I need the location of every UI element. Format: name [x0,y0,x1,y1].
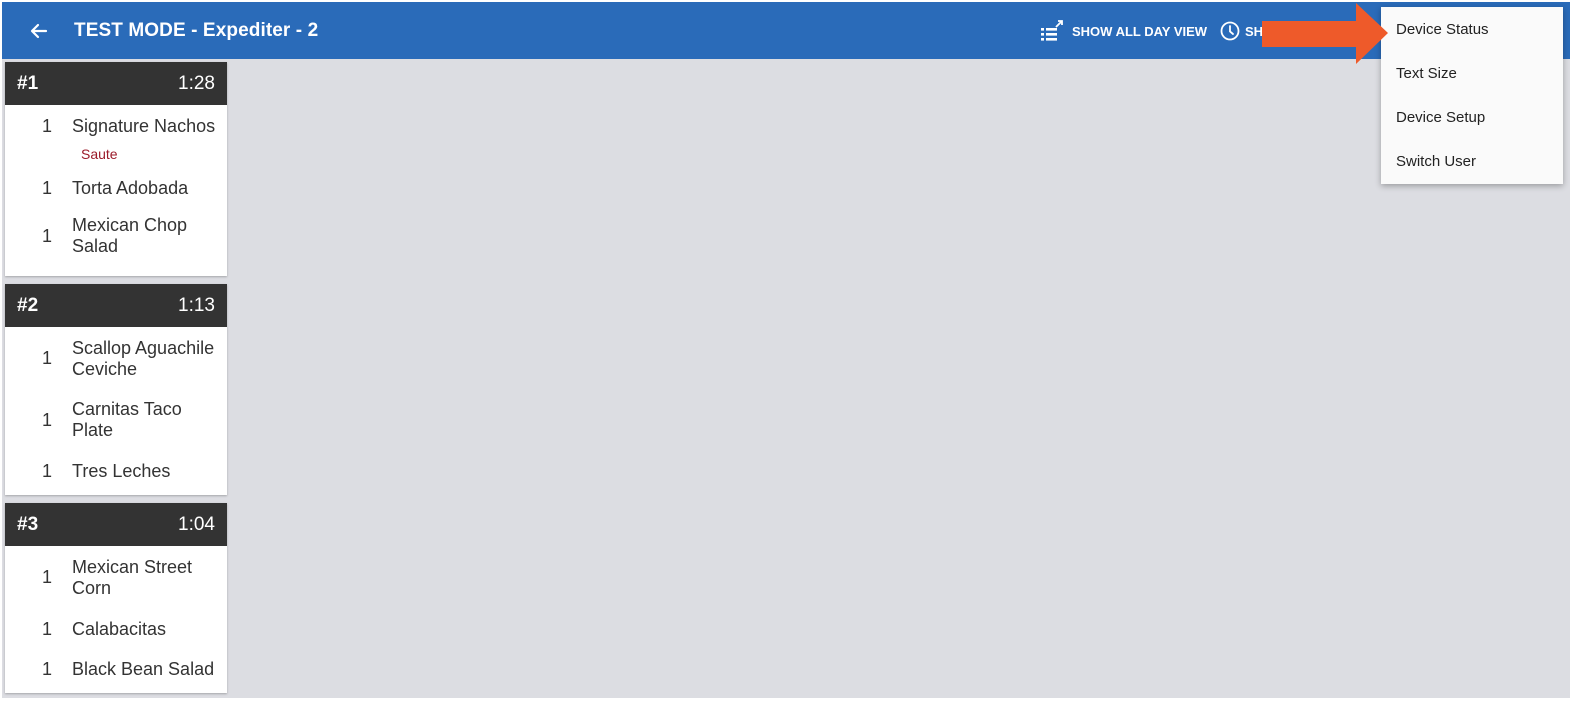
menu-item-text-size[interactable]: Text Size [1381,51,1563,95]
item-name: Mexican Street Corn [72,556,193,598]
ticket-number: #2 [17,294,39,316]
item-name: Torta Adobada [72,177,189,198]
ticket-timer: 1:04 [178,513,215,535]
show-all-day-view-label: SHOW ALL DAY VIEW [1072,23,1208,39]
item-name: Scallop Aguachile Ceviche [72,337,215,379]
ticket-number: #1 [17,72,39,94]
ticket-timer: 1:13 [178,294,215,316]
item-quantity: 1 [41,409,52,430]
item-name: Carnitas Taco Plate [72,399,182,440]
item-quantity: 1 [41,567,52,587]
item-quantity: 1 [41,115,52,136]
ticket-item[interactable]: 1 Scallop Aguachile Ceviche [5,327,227,390]
ticket-header: #3 1:04 [5,503,227,546]
menu-item-switch-user[interactable]: Switch User [1381,139,1563,183]
item-name: Black Bean Salad [72,658,215,679]
clock-action-button[interactable]: SH [1219,16,1263,46]
ticket-item[interactable]: 1 Calabacitas [5,609,227,649]
ticket-card[interactable]: #1 1:28 1 Signature Nachos Saute 1 Torta… [5,62,227,276]
item-quantity: 1 [41,658,52,679]
ticket-item[interactable]: 1 Carnitas Taco Plate [5,390,227,450]
ticket-timer: 1:28 [178,72,215,94]
ticket-number: #3 [17,513,39,535]
item-quantity: 1 [41,618,52,639]
item-name: Signature Nachos [72,115,216,136]
page-title: TEST MODE - Expediter - 2 [74,20,319,41]
menu-item-device-setup[interactable]: Device Setup [1381,95,1563,139]
ticket-header: #1 1:28 [5,62,227,105]
ticket-item[interactable]: 1 Mexican Street Corn [5,546,227,609]
back-button[interactable] [24,16,54,46]
ticket-area: #1 1:28 1 Signature Nachos Saute 1 Torta… [2,59,1570,698]
ticket-item[interactable]: 1 Signature Nachos [5,105,227,145]
item-quantity: 1 [41,348,52,368]
item-modifier: Saute [81,146,118,162]
ticket-header: #2 1:13 [5,284,227,327]
item-name: Tres Leches [72,460,171,481]
ticket-item[interactable]: 1 Torta Adobada [5,167,227,209]
item-name: Calabacitas [72,618,167,639]
back-arrow-icon [30,23,48,39]
ticket-item[interactable]: 1 Black Bean Salad [5,649,227,689]
ticket-item[interactable]: 1 Mexican Chop Salad [5,209,227,269]
item-name: Mexican Chop Salad [72,215,188,256]
ticket-item[interactable]: 1 Tres Leches [5,450,227,492]
menu-item-device-status[interactable]: Device Status [1381,7,1563,51]
ticket-card[interactable]: #3 1:04 1 Mexican Street Corn 1 Calabaci… [5,503,227,693]
clock-icon [1220,21,1240,41]
clock-action-label: SH [1245,23,1264,39]
callout-arrow-icon [1262,3,1388,64]
item-quantity: 1 [41,177,52,198]
item-quantity: 1 [41,225,52,246]
ticket-card[interactable]: #2 1:13 1 Scallop Aguachile Ceviche 1 Ca… [5,284,227,495]
list-expand-icon [1041,20,1063,41]
item-quantity: 1 [41,460,52,481]
overflow-menu: Device Status Text Size Device Setup Swi… [1381,7,1563,184]
show-all-day-view-button[interactable]: SHOW ALL DAY VIEW [1039,16,1207,46]
